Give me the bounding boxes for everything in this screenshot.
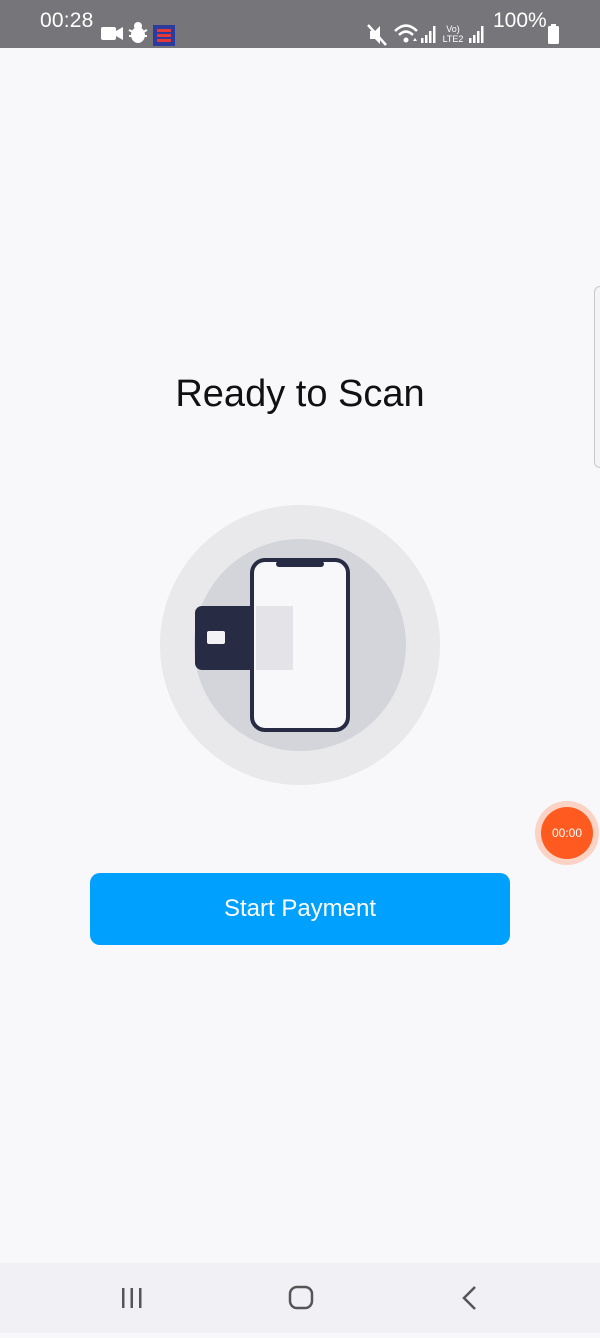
card-overlap [256,606,293,670]
phone-card-tap-icon [160,505,440,785]
start-payment-button[interactable]: Start Payment [90,873,510,945]
home-icon [288,1285,314,1310]
home-button[interactable] [261,1263,341,1333]
recorder-timer: 00:00 [541,807,593,859]
back-button[interactable] [430,1263,510,1333]
navigation-bar [0,1263,600,1333]
screen-recorder-bubble[interactable]: 00:00 [535,801,599,865]
recents-icon [122,1288,142,1308]
card-chip [207,631,225,644]
phone-notch [276,561,324,567]
recents-button[interactable] [92,1263,172,1333]
back-icon [462,1286,476,1310]
